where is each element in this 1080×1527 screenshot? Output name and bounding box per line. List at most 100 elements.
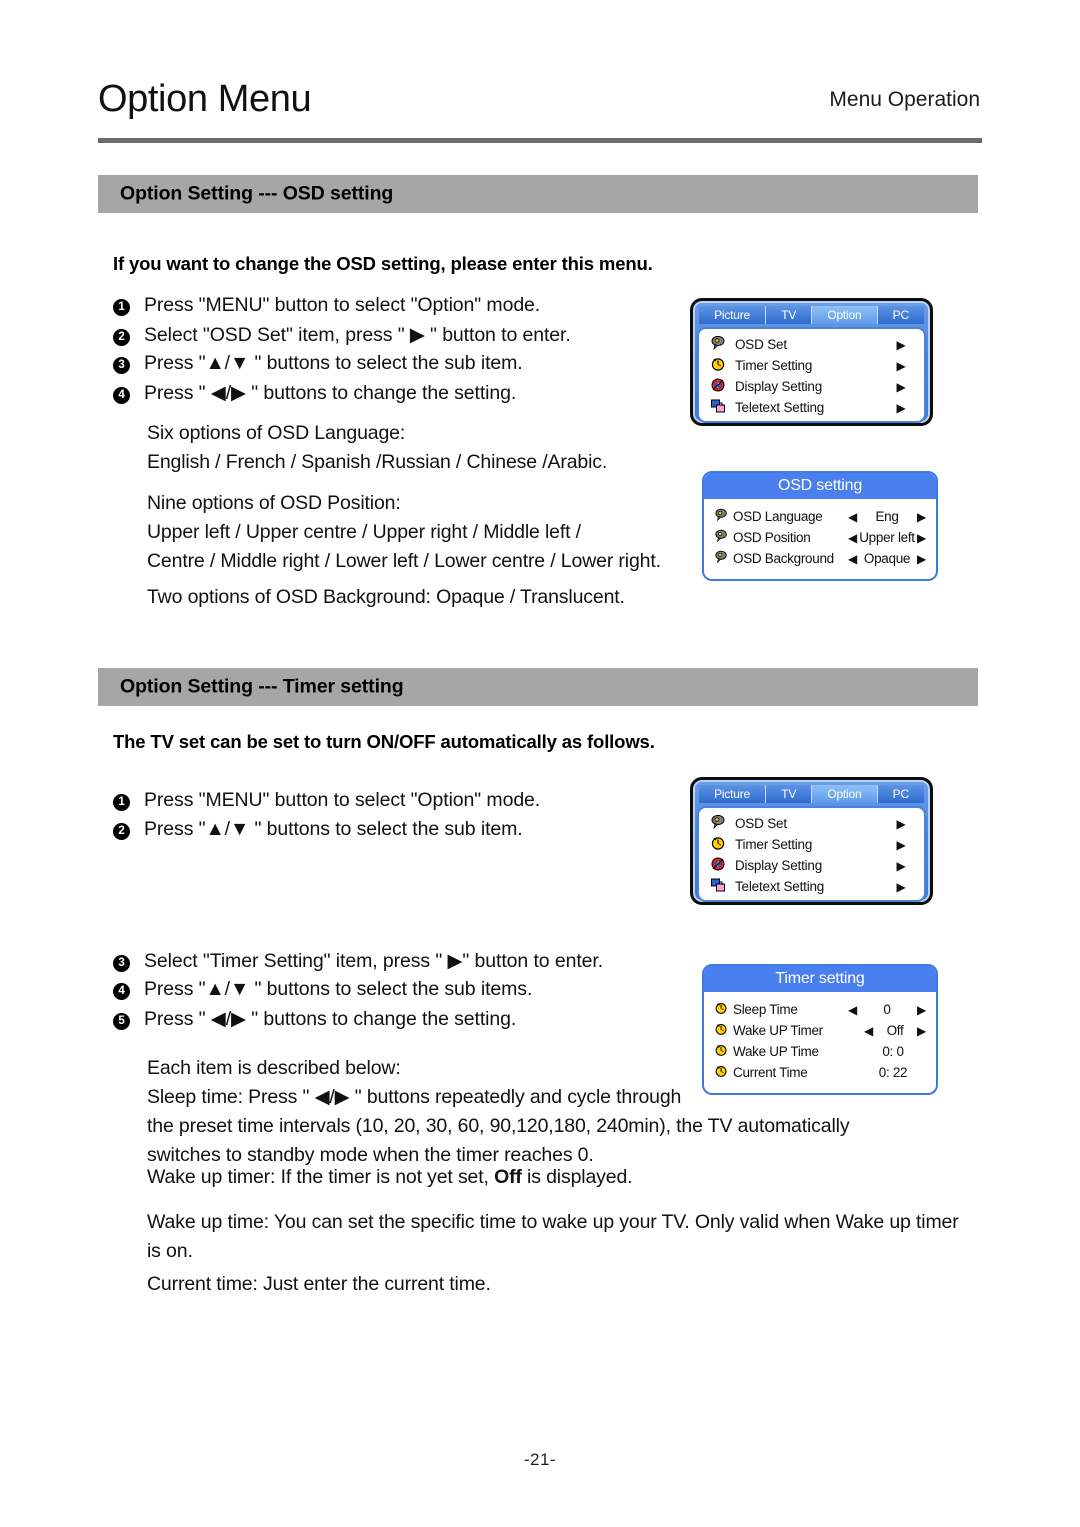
timer-row-sleep-time[interactable]: Sleep Time ◀ 0 ▶ — [714, 999, 928, 1020]
tv-tab-option[interactable]: Option — [812, 306, 878, 324]
tv-tab-option[interactable]: Option — [812, 785, 878, 803]
osd-position-stepper[interactable]: ◀ Upper left ▶ — [846, 530, 928, 545]
tv-menu-row-timer-setting[interactable]: Timer Setting ▶ — [705, 355, 918, 376]
right-arrow-icon[interactable]: ▶ — [915, 552, 928, 566]
right-arrow-icon[interactable]: ▶ — [915, 1024, 928, 1038]
osd-step-2: 2 Select "OSD Set" item, press " ▶ " but… — [113, 323, 571, 352]
osd-bubble-icon — [714, 508, 733, 525]
timer-step-5: 5 Press " ◀/▶ " buttons to change the se… — [113, 1007, 603, 1036]
clock-icon — [714, 1001, 733, 1018]
tv-tab-picture[interactable]: Picture — [699, 306, 767, 324]
timer-current-time-description: Current time: Just enter the current tim… — [147, 1273, 491, 1295]
wake-timer-off-emphasis: Off — [494, 1166, 522, 1188]
tv-tab-pc[interactable]: PC — [877, 306, 925, 324]
step-number-badge: 4 — [113, 387, 130, 404]
osd-position-options-note: Nine options of OSD Position: Upper left… — [147, 492, 661, 572]
osd-language-stepper[interactable]: ◀ Eng ▶ — [846, 509, 928, 524]
tv-menu-row-teletext-setting[interactable]: Teletext Setting ▶ — [705, 876, 918, 897]
osd-background-value: Opaque — [863, 551, 911, 566]
osd-position-value: Upper left — [859, 530, 915, 545]
timer-setting-icon — [705, 356, 731, 375]
tv-menu-row-teletext-setting[interactable]: Teletext Setting ▶ — [705, 397, 918, 418]
tv-menu-row-display-setting[interactable]: Display Setting ▶ — [705, 855, 918, 876]
osd-language-value: Eng — [875, 509, 899, 524]
osd-step-2-text: Select "OSD Set" item, press " ▶ " butto… — [144, 324, 571, 346]
osd-row-background[interactable]: OSD Background ◀ Opaque ▶ — [714, 548, 928, 569]
osd-step-3-text: Press "▲/▼ " buttons to select the sub i… — [144, 352, 523, 374]
wake-timer-text-post: is displayed. — [521, 1166, 633, 1188]
timer-step-1-text: Press "MENU" button to select "Option" m… — [144, 789, 541, 811]
timer-row-wake-up-time[interactable]: Wake UP Time 0: 0 — [714, 1041, 928, 1062]
header-divider — [98, 138, 982, 143]
left-arrow-icon[interactable]: ◀ — [846, 531, 859, 545]
timer-row-current-time[interactable]: Current Time 0: 22 — [714, 1062, 928, 1083]
clock-icon — [714, 1022, 733, 1039]
left-arrow-icon[interactable]: ◀ — [846, 510, 859, 524]
timer-wake-up-time-description: Wake up time: You can set the specific t… — [147, 1211, 959, 1262]
osd-label-language: OSD Language — [733, 509, 823, 524]
step-number-badge: 1 — [113, 299, 130, 316]
osd-setting-panel-title: OSD setting — [704, 473, 936, 499]
tv-menu-label-display-setting: Display Setting — [735, 379, 823, 394]
osd-setting-panel: OSD setting OSD Language ◀ Eng ▶ OSD Pos… — [702, 471, 938, 581]
tv-option-menu-screenshot-1: Picture TV Option PC OSD Set ▶ Timer Set… — [690, 298, 933, 426]
timer-setting-panel-body: Sleep Time ◀ 0 ▶ Wake UP Timer ◀ Off ▶ W… — [704, 992, 936, 1093]
left-arrow-icon[interactable]: ◀ — [862, 1024, 875, 1038]
left-arrow-icon[interactable]: ◀ — [846, 552, 859, 566]
osd-bubble-icon — [714, 550, 733, 567]
osd-set-icon — [705, 814, 731, 833]
timer-lead-text: The TV set can be set to turn ON/OFF aut… — [113, 731, 655, 752]
right-arrow-icon[interactable]: ▶ — [915, 531, 928, 545]
step-number-badge: 3 — [113, 955, 130, 972]
osd-step-3: 3 Press "▲/▼ " buttons to select the sub… — [113, 352, 571, 381]
tv-menu-label-osd-set: OSD Set — [735, 816, 787, 831]
right-arrow-icon[interactable]: ▶ — [915, 510, 928, 524]
osd-background-stepper[interactable]: ◀ Opaque ▶ — [846, 551, 928, 566]
step-number-badge: 5 — [113, 1013, 130, 1030]
tv-option-menu-screenshot-2: Picture TV Option PC OSD Set ▶ Timer Set… — [690, 777, 933, 905]
tv-menu-row-timer-setting[interactable]: Timer Setting ▶ — [705, 834, 918, 855]
timer-setting-icon — [705, 835, 731, 854]
right-arrow-icon[interactable]: ▶ — [915, 1003, 928, 1017]
timer-step-3-text: Select "Timer Setting" item, press " ▶" … — [144, 950, 604, 972]
tv-menu-row-display-setting[interactable]: Display Setting ▶ — [705, 376, 918, 397]
timer-label-wake-up-timer: Wake UP Timer — [733, 1023, 823, 1038]
step-number-badge: 3 — [113, 357, 130, 374]
osd-row-language[interactable]: OSD Language ◀ Eng ▶ — [714, 506, 928, 527]
wake-up-timer-stepper[interactable]: ◀ Off ▶ — [862, 1023, 928, 1038]
left-arrow-icon[interactable]: ◀ — [846, 1003, 859, 1017]
step-number-badge: 1 — [113, 794, 130, 811]
tv-menu-row-osd-set[interactable]: OSD Set ▶ — [705, 334, 918, 355]
section-header-timer-setting: Option Setting --- Timer setting — [98, 668, 978, 706]
section-header-osd-label: Option Setting --- OSD setting — [120, 182, 394, 205]
step-number-badge: 4 — [113, 983, 130, 1000]
tv-menu-label-osd-set: OSD Set — [735, 337, 787, 352]
timer-label-wake-up-time: Wake UP Time — [733, 1044, 819, 1059]
timer-step-2: 2 Press "▲/▼ " buttons to select the sub… — [113, 818, 540, 847]
timer-row-wake-up-timer[interactable]: Wake UP Timer ◀ Off ▶ — [714, 1020, 928, 1041]
osd-label-background: OSD Background — [733, 551, 834, 566]
tv-menu-tab-bar: Picture TV Option PC — [699, 785, 925, 803]
sleep-time-stepper[interactable]: ◀ 0 ▶ — [846, 1002, 928, 1017]
section-header-timer-label: Option Setting --- Timer setting — [120, 675, 404, 698]
tv-menu-label-teletext-setting: Teletext Setting — [735, 400, 825, 415]
chevron-right-icon: ▶ — [896, 337, 906, 352]
tv-menu-row-osd-set[interactable]: OSD Set ▶ — [705, 813, 918, 834]
osd-setting-panel-body: OSD Language ◀ Eng ▶ OSD Position ◀ Uppe… — [704, 499, 936, 579]
page-title: Option Menu — [98, 78, 312, 120]
tv-tab-picture[interactable]: Picture — [699, 785, 767, 803]
timer-steps-list-top: 1 Press "MENU" button to select "Option"… — [113, 789, 540, 847]
timer-wake-up-timer-description: Wake up timer: If the timer is not yet s… — [147, 1163, 633, 1192]
tv-menu-label-display-setting: Display Setting — [735, 858, 823, 873]
chevron-right-icon: ▶ — [896, 358, 906, 373]
tv-tab-tv[interactable]: TV — [766, 785, 813, 803]
wake-up-timer-value: Off — [886, 1023, 904, 1038]
timer-setting-panel: Timer setting Sleep Time ◀ 0 ▶ Wake UP T… — [702, 964, 938, 1095]
osd-row-position[interactable]: OSD Position ◀ Upper left ▶ — [714, 527, 928, 548]
tv-tab-pc[interactable]: PC — [877, 785, 925, 803]
tv-menu-tab-bar: Picture TV Option PC — [699, 306, 925, 324]
osd-step-4-text: Press " ◀/▶ " buttons to change the sett… — [144, 382, 517, 404]
display-setting-icon — [705, 856, 731, 875]
tv-menu-label-timer-setting: Timer Setting — [735, 837, 813, 852]
tv-tab-tv[interactable]: TV — [766, 306, 813, 324]
